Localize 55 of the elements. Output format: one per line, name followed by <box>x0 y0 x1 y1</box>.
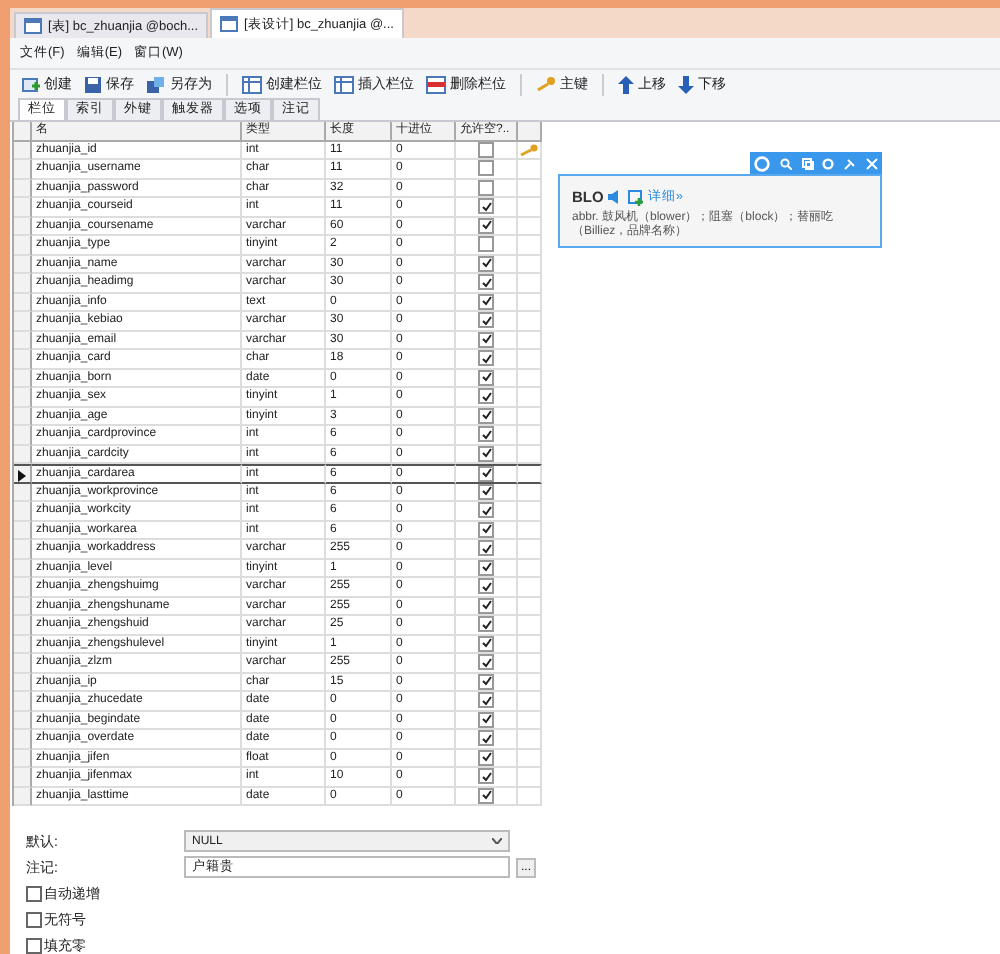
checkbox[interactable] <box>478 160 494 177</box>
delete-column-icon <box>426 75 446 93</box>
checkbox[interactable] <box>478 692 494 709</box>
row-marker[interactable] <box>14 388 32 407</box>
close-icon[interactable] <box>865 157 878 169</box>
checkbox[interactable] <box>478 578 494 595</box>
checkbox[interactable] <box>478 465 494 482</box>
new-table-icon <box>22 75 40 93</box>
save-as-icon <box>146 75 166 93</box>
key-icon <box>536 76 556 92</box>
row-marker[interactable] <box>14 426 32 445</box>
checkbox[interactable] <box>478 654 494 671</box>
checkbox[interactable] <box>478 768 494 785</box>
checkbox[interactable] <box>478 388 494 405</box>
chevron-down-icon <box>492 838 502 844</box>
row-marker[interactable] <box>14 464 32 483</box>
checkbox[interactable] <box>478 426 494 443</box>
add-icon[interactable] <box>627 189 644 205</box>
checkbox[interactable] <box>478 236 494 253</box>
row-marker[interactable] <box>14 768 32 787</box>
checkbox[interactable] <box>478 312 494 329</box>
row-marker[interactable] <box>14 160 32 179</box>
row-marker[interactable] <box>14 540 32 559</box>
checkbox[interactable] <box>478 350 494 367</box>
row-marker[interactable] <box>14 730 32 749</box>
checkbox[interactable] <box>478 198 494 215</box>
column-icon <box>334 75 354 93</box>
checkbox[interactable] <box>26 937 42 953</box>
table-icon <box>24 18 42 34</box>
search-icon[interactable] <box>779 157 792 169</box>
table-icon <box>220 16 239 32</box>
row-marker[interactable] <box>14 654 32 673</box>
checkbox[interactable] <box>478 540 494 557</box>
row-marker[interactable] <box>14 692 32 711</box>
arrow-down-icon <box>678 75 694 93</box>
column-icon <box>242 75 262 93</box>
row-marker[interactable] <box>14 578 32 597</box>
checkbox[interactable] <box>478 274 494 291</box>
row-marker[interactable] <box>14 198 32 217</box>
key-icon <box>520 143 538 156</box>
row-marker[interactable] <box>14 236 32 255</box>
row-marker[interactable] <box>14 616 32 635</box>
row-marker[interactable] <box>14 274 32 293</box>
checkbox[interactable] <box>478 730 494 747</box>
row-marker[interactable] <box>14 350 32 369</box>
save-icon <box>84 75 102 93</box>
checkbox[interactable] <box>478 616 494 633</box>
checkbox[interactable] <box>26 911 42 927</box>
checkbox[interactable] <box>26 885 42 901</box>
arrow-up-icon <box>618 75 634 93</box>
checkbox[interactable] <box>478 502 494 519</box>
speaker-icon[interactable] <box>607 190 624 204</box>
row-marker[interactable] <box>14 312 32 331</box>
copy-icon[interactable] <box>801 157 814 169</box>
row-marker[interactable] <box>14 502 32 521</box>
